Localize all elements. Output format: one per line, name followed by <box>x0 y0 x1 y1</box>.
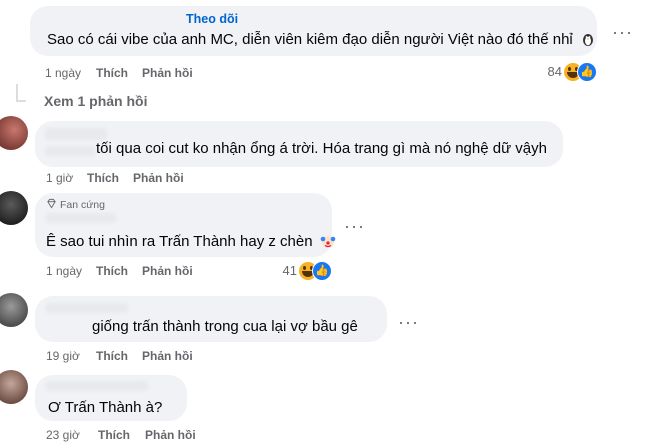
penguin-emoji-icon <box>582 34 593 46</box>
like-button[interactable]: Thích <box>96 349 128 363</box>
reply-button[interactable]: Phản hồi <box>145 428 196 442</box>
redacted-name <box>46 213 116 223</box>
clown-emoji-icon <box>320 236 336 248</box>
comment-time: 1 ngày <box>46 264 83 278</box>
reply-button[interactable]: Phản hồi <box>142 349 193 363</box>
reaction-count: 84 <box>547 64 562 79</box>
reply-button[interactable]: Phản hồi <box>133 171 184 185</box>
more-options-icon[interactable]: ··· <box>344 216 365 237</box>
fan-badge: Fan cứng <box>60 199 105 211</box>
comment-text: Ơ Trấn Thành à? <box>48 399 163 416</box>
comment-text-content: Ê sao tui nhìn ra Trấn Thành hay z chèn <box>46 233 313 250</box>
comment-time: 19 giờ <box>46 349 80 363</box>
comment-text: Ê sao tui nhìn ra Trấn Thành hay z chèn <box>46 233 336 250</box>
like-button[interactable]: Thích <box>87 171 119 185</box>
thread-curve <box>16 100 26 102</box>
follow-link[interactable]: Theo dõi <box>186 12 238 26</box>
comment-text: giống trấn thành trong cua lại vợ bầu gê <box>92 318 358 335</box>
reaction-summary[interactable]: 41 👍 <box>255 261 335 281</box>
like-reaction-icon: 👍 <box>577 62 597 82</box>
diamond-badge-icon <box>47 198 56 209</box>
reaction-summary[interactable]: 84 👍 <box>520 62 600 82</box>
comment-text: Sao có cái vibe của anh MC, diễn viên ki… <box>47 31 596 48</box>
more-options-icon[interactable]: ··· <box>398 312 419 333</box>
comment-time: 1 ngày <box>45 66 82 80</box>
comment-time: 23 giờ <box>46 428 80 442</box>
redacted-name <box>45 128 107 140</box>
like-button[interactable]: Thích <box>96 264 128 278</box>
redacted-name <box>46 303 128 313</box>
like-reaction-icon: 👍 <box>312 261 332 281</box>
reaction-count: 41 <box>282 263 297 278</box>
avatar[interactable] <box>0 191 28 225</box>
more-options-icon[interactable]: ··· <box>612 22 633 43</box>
view-replies-link[interactable]: Xem 1 phản hồi <box>44 93 147 109</box>
like-button[interactable]: Thích <box>96 66 128 80</box>
like-button[interactable]: Thích <box>98 428 130 442</box>
avatar[interactable] <box>0 293 28 327</box>
reply-button[interactable]: Phản hồi <box>142 264 193 278</box>
avatar[interactable] <box>0 116 28 150</box>
reply-button[interactable]: Phản hồi <box>142 66 193 80</box>
comment-text-content: Sao có cái vibe của anh MC, diễn viên ki… <box>47 31 573 48</box>
redacted-name <box>46 381 148 391</box>
comment-time: 1 giờ <box>46 171 74 185</box>
avatar[interactable] <box>0 370 28 404</box>
redacted-name <box>45 146 95 156</box>
comment-text: tối qua coi cut ko nhận ổng á trời. Hóa … <box>96 140 547 157</box>
